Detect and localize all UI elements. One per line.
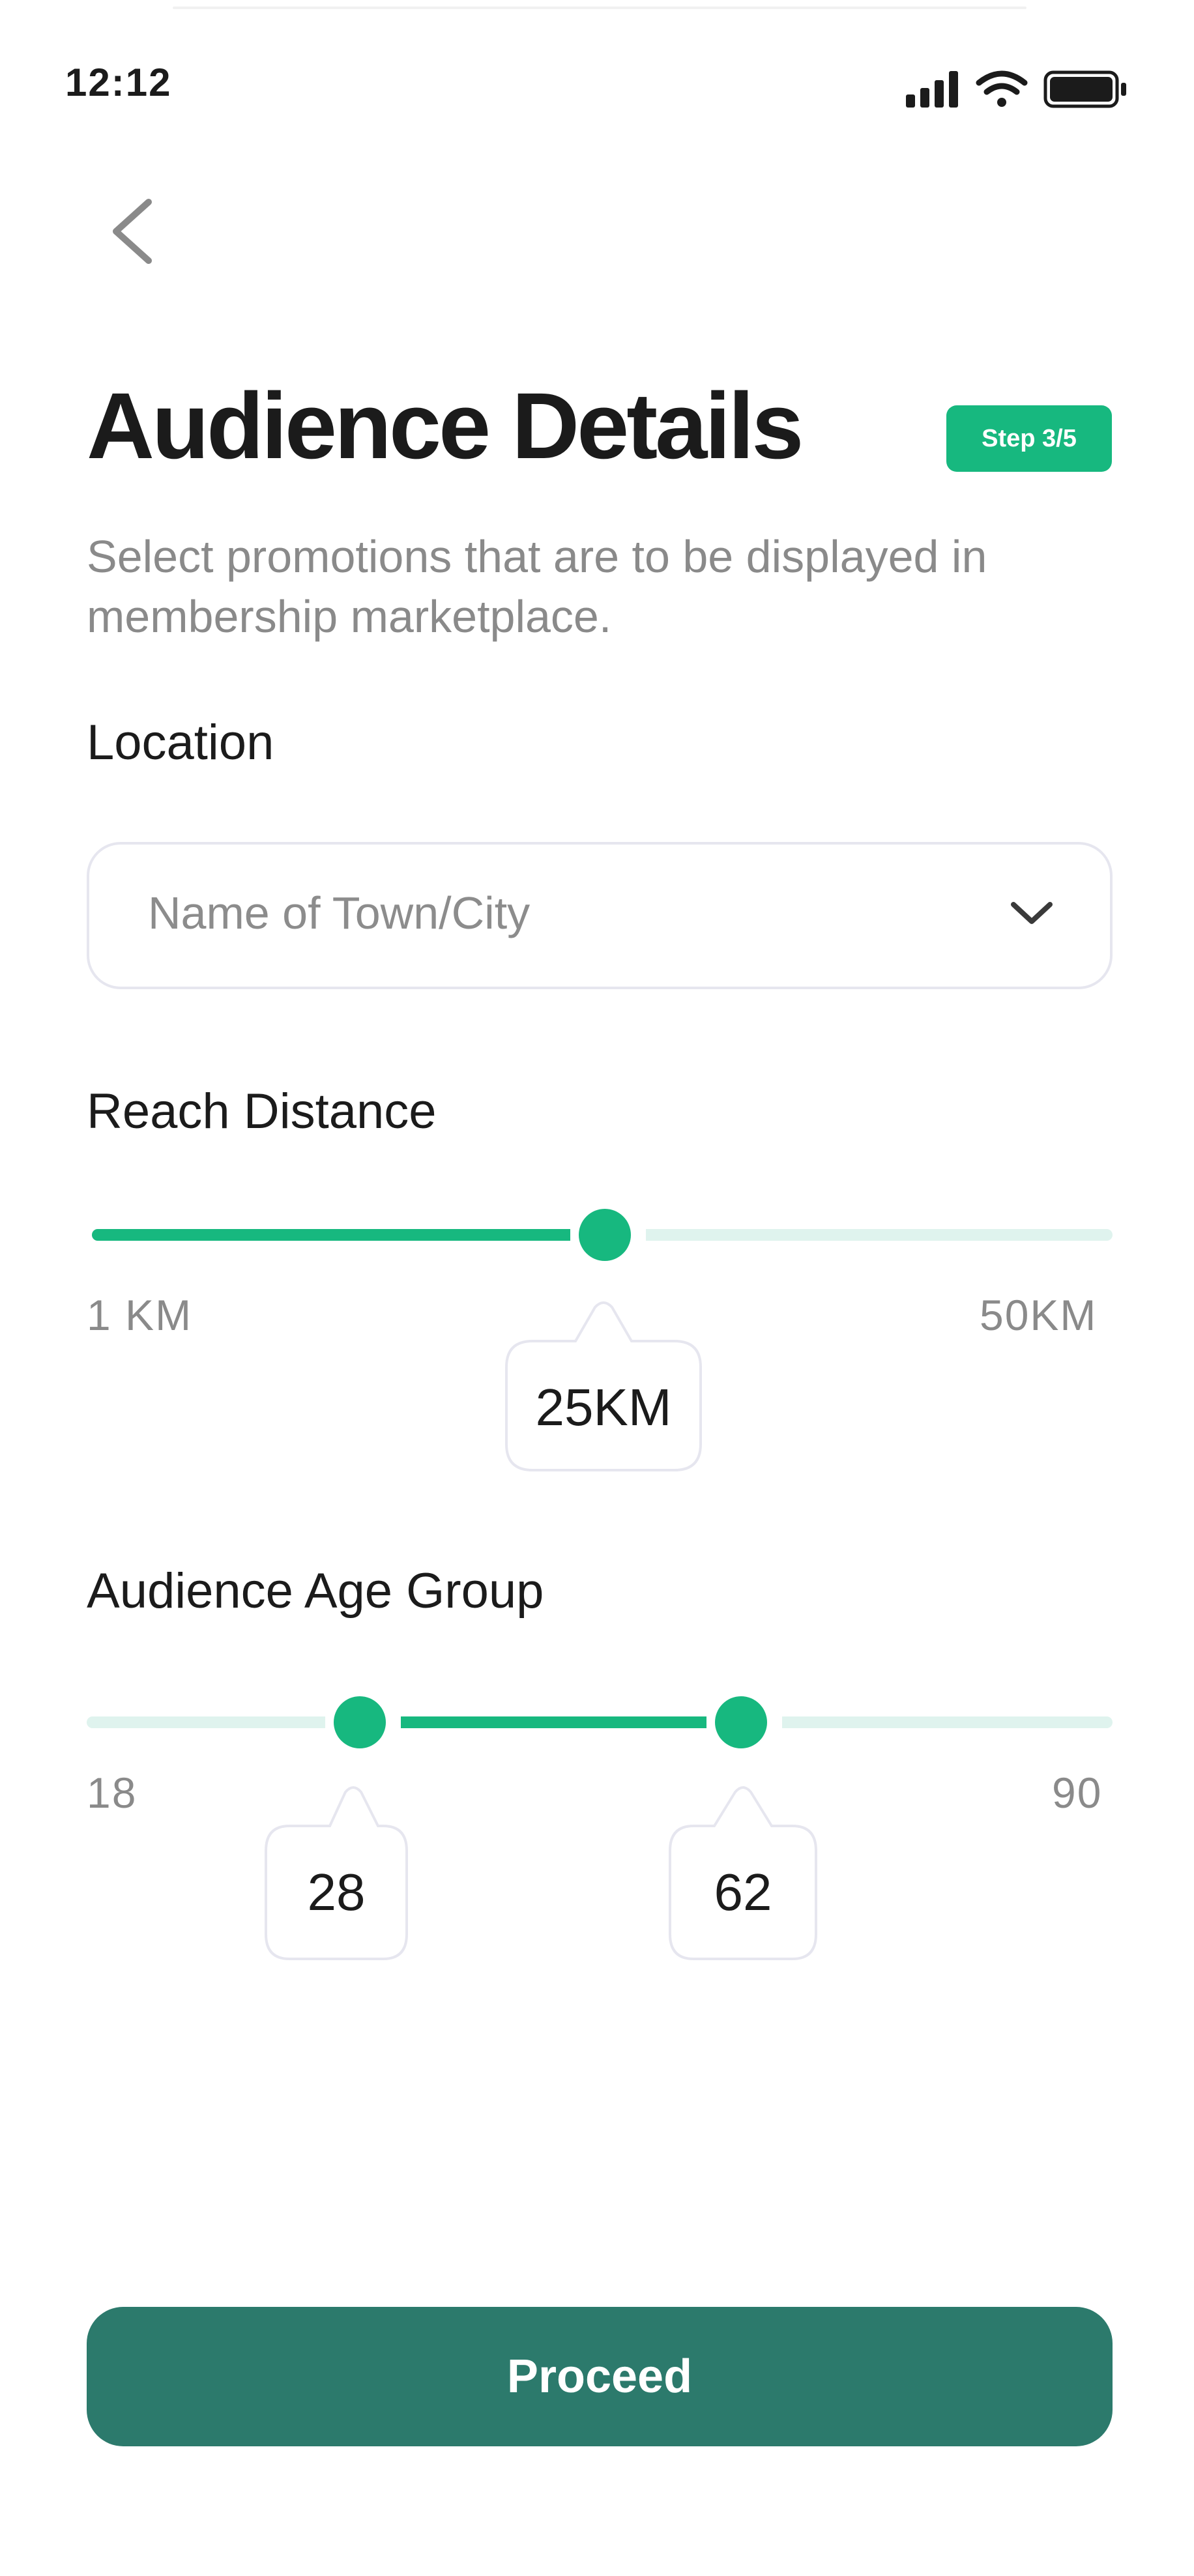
reach-distance-slider[interactable] [87, 1206, 1113, 1264]
location-dropdown[interactable]: Name of Town/City [87, 842, 1113, 989]
battery-icon [1043, 70, 1126, 108]
reach-distance-thumb[interactable] [579, 1209, 631, 1261]
step-badge: Step 3/5 [946, 405, 1112, 472]
status-icons [906, 68, 1134, 110]
wifi-icon [976, 70, 1028, 107]
age-low-text: 28 [307, 1863, 366, 1921]
chevron-down-icon [1006, 894, 1058, 933]
age-low-tooltip: 28 [263, 1786, 409, 1961]
age-track-fill [363, 1716, 749, 1728]
age-high-text: 62 [714, 1863, 772, 1921]
chevron-left-icon [113, 199, 152, 264]
reach-distance-label: Reach Distance [87, 1084, 437, 1139]
proceed-button[interactable]: Proceed [87, 2307, 1113, 2446]
reach-max-label: 50KM [980, 1291, 1098, 1339]
reach-min-label: 1 KM [87, 1291, 193, 1339]
age-high-tooltip: 62 [667, 1786, 819, 1961]
page-title: Audience Details [87, 373, 804, 478]
signal-icon [906, 71, 958, 108]
location-label: Location [87, 715, 274, 770]
age-max-label: 90 [1052, 1769, 1103, 1817]
age-group-slider[interactable] [87, 1693, 1113, 1752]
status-time: 12:12 [65, 61, 172, 104]
age-high-thumb[interactable] [715, 1696, 767, 1748]
age-min-label: 18 [87, 1769, 138, 1817]
location-placeholder: Name of Town/City [148, 888, 531, 938]
back-button[interactable] [98, 189, 169, 274]
top-divider [173, 7, 1027, 9]
age-group-label: Audience Age Group [87, 1563, 544, 1619]
reach-value-tooltip: 25KM [504, 1301, 703, 1473]
page-subtitle: Select promotions that are to be display… [87, 531, 987, 642]
reach-track-fill [92, 1229, 607, 1241]
age-low-thumb[interactable] [334, 1696, 386, 1748]
reach-value-text: 25KM [535, 1378, 672, 1436]
